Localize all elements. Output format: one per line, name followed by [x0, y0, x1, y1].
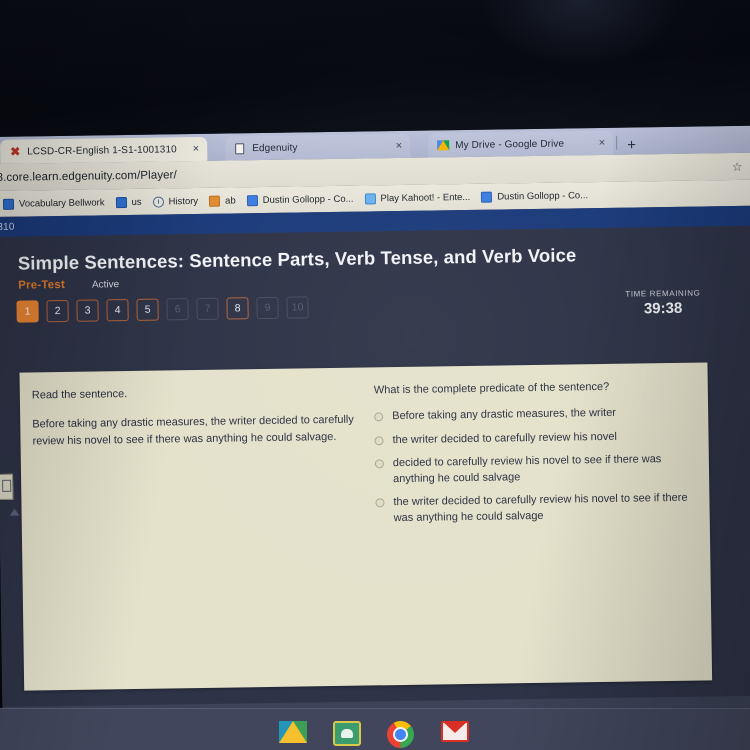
answer-option-2[interactable]: the writer decided to carefully review h… [374, 428, 694, 448]
answer-option-label: the writer decided to carefully review h… [392, 430, 617, 446]
browser-tab-edgenuity[interactable]: Edgenuity × [225, 133, 411, 161]
bookmark-label: Vocabulary Bellwork [18, 196, 105, 210]
tab-title: LCSD-CR-English 1-S1-1001310 [27, 143, 177, 158]
gmail-icon[interactable] [441, 720, 471, 750]
question-navigator: 1 2 3 4 5 6 7 8 9 10 TIME REMAINING 39:3… [0, 289, 750, 323]
answer-option-3[interactable]: decided to carefully review his novel to… [374, 452, 695, 488]
tab-close-icon[interactable]: × [193, 143, 200, 155]
time-remaining: TIME REMAINING 39:38 [625, 289, 700, 318]
tab-divider [616, 135, 618, 150]
radio-button-icon[interactable] [374, 435, 384, 445]
answer-option-label: decided to carefully review his novel to… [392, 453, 662, 485]
tab-title: My Drive - Google Drive [455, 138, 565, 151]
question-button-9[interactable]: 9 [256, 296, 279, 320]
instruction-text: Read the sentence. [31, 388, 128, 402]
blue-doc-icon [2, 198, 15, 210]
monitor-screen: ✖ LCSD-CR-English 1-S1-1001310 × Edgenui… [0, 125, 750, 737]
question-button-6[interactable]: 6 [166, 298, 189, 321]
bookmark-ab[interactable]: ab [209, 194, 236, 207]
question-button-4[interactable]: 4 [106, 299, 129, 322]
chevron-up-icon[interactable] [9, 508, 20, 516]
answer-option-label: the writer decided to carefully review h… [393, 492, 688, 525]
browser-tab-lcsd[interactable]: ✖ LCSD-CR-English 1-S1-1001310 × [0, 136, 208, 164]
answer-pane: What is the complete predicate of the se… [369, 362, 712, 685]
radio-button-icon[interactable] [374, 459, 384, 469]
answer-option-label: Before taking any drastic measures, the … [392, 406, 617, 423]
time-remaining-label: TIME REMAINING [625, 288, 701, 299]
edgenuity-player: Simple Sentences: Sentence Parts, Verb T… [0, 225, 750, 737]
panel-collapse-handle[interactable] [0, 473, 14, 500]
question-button-2[interactable]: 2 [46, 299, 69, 323]
answer-option-1[interactable]: Before taking any drastic measures, the … [374, 405, 694, 425]
new-tab-button[interactable]: + [620, 136, 643, 154]
google-docs-icon [481, 191, 493, 203]
time-remaining-value: 39:38 [643, 299, 683, 318]
tab-close-icon[interactable]: × [599, 137, 606, 149]
bookmark-us[interactable]: us [115, 196, 142, 208]
bookmark-dustin-gollopp-1[interactable]: Dustin Gollopp - Co... [246, 193, 354, 206]
radio-button-icon[interactable] [375, 498, 385, 508]
question-button-1[interactable]: 1 [16, 300, 39, 323]
google-docs-icon [246, 194, 258, 206]
bookmark-label: Play Kahoot! - Ente... [380, 191, 471, 204]
google-drive-icon [437, 139, 450, 151]
kahoot-icon [364, 192, 376, 205]
lesson-header: Simple Sentences: Sentence Parts, Verb T… [0, 226, 750, 292]
question-button-7[interactable]: 7 [196, 297, 219, 321]
question-button-3[interactable]: 3 [76, 299, 99, 322]
bookmark-label: ab [225, 194, 236, 207]
tab-close-icon[interactable]: × [396, 140, 403, 152]
page-strip-text: 310 [0, 221, 15, 233]
question-button-5[interactable]: 5 [136, 298, 159, 321]
google-drive-icon[interactable] [279, 720, 309, 750]
radio-button-icon[interactable] [374, 412, 384, 422]
passage-text: Before taking any drastic measures, the … [32, 413, 354, 448]
bookmark-dustin-gollopp-2[interactable]: Dustin Gollopp - Co... [481, 190, 588, 203]
screen-glare [480, 0, 680, 70]
document-icon [234, 142, 246, 154]
bookmark-play-kahoot[interactable]: Play Kahoot! - Ente... [364, 191, 471, 205]
screen-photo: ✖ LCSD-CR-English 1-S1-1001310 × Edgenui… [0, 0, 750, 750]
question-text: What is the complete predicate of the se… [373, 380, 610, 397]
clock-icon [152, 195, 164, 208]
assignment-type-label: Pre-Test [18, 278, 66, 292]
orange-square-icon [209, 195, 221, 207]
tab-title: Edgenuity [252, 141, 298, 154]
x-logo-icon: ✖ [10, 144, 21, 159]
bookmark-label: Dustin Gollopp - Co... [262, 193, 354, 206]
bookmark-star-icon[interactable]: ☆ [732, 159, 743, 173]
url-text: 8.core.learn.edgenuity.com/Player/ [0, 168, 177, 184]
os-taskbar [0, 708, 750, 750]
bookmark-label: History [168, 195, 199, 207]
bookmark-label: us [131, 196, 142, 208]
bookmark-vocabulary-bellwork[interactable]: Vocabulary Bellwork [2, 196, 105, 210]
question-button-8[interactable]: 8 [226, 297, 249, 320]
blue-doc-icon [115, 196, 127, 208]
bookmark-label: Dustin Gollopp - Co... [497, 189, 589, 203]
passage-pane: Read the sentence. Before taking any dra… [19, 367, 374, 690]
google-classroom-icon[interactable] [333, 720, 363, 750]
browser-tab-google-drive[interactable]: My Drive - Google Drive × [427, 130, 614, 158]
google-chrome-icon[interactable] [387, 720, 417, 750]
question-card: Read the sentence. Before taking any dra… [19, 362, 713, 691]
bookmark-history[interactable]: History [152, 195, 199, 208]
answer-option-4[interactable]: the writer decided to carefully review h… [375, 491, 695, 527]
question-button-10[interactable]: 10 [286, 296, 309, 319]
status-badge: Active [91, 279, 120, 291]
